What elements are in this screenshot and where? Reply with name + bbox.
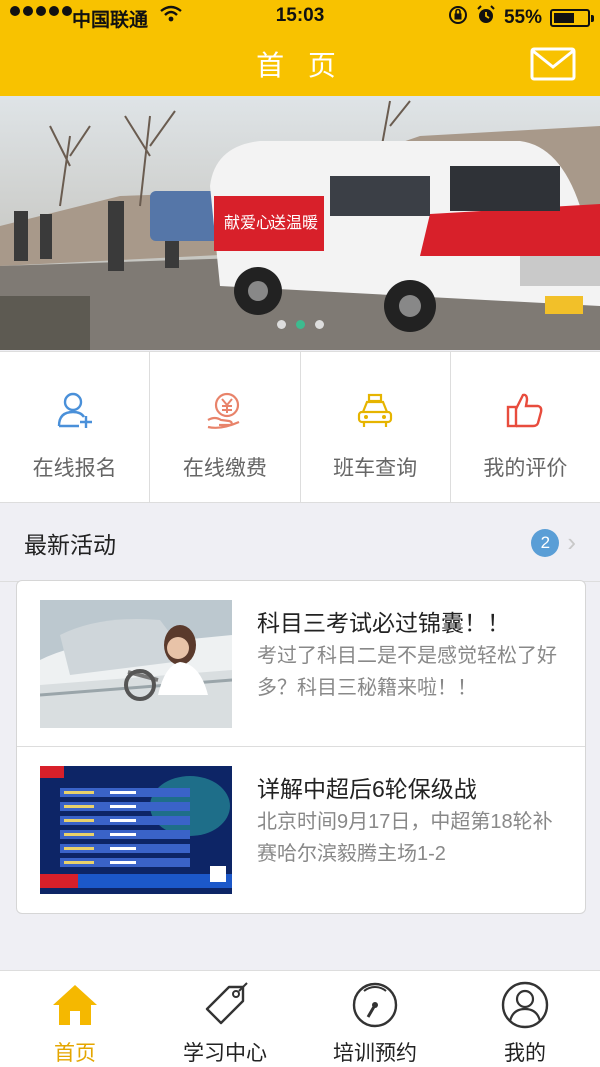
- gauge-icon: [352, 982, 398, 1028]
- quick-label: 我的评价: [483, 457, 568, 480]
- top-bar: 中国联通 15:03 55% 首 页: [0, 0, 600, 96]
- tab-label: 培训预约: [333, 1042, 417, 1065]
- thumbs-up-icon: [507, 393, 543, 428]
- alarm-icon: [476, 5, 496, 31]
- person-icon: [501, 981, 549, 1029]
- van-banner-text-2: 送温暖: [270, 214, 318, 232]
- status-bar: 中国联通 15:03 55%: [0, 0, 600, 32]
- quick-shuttle-query[interactable]: 班车查询: [301, 352, 451, 502]
- news-item[interactable]: 详解中超后6轮保级战 北京时间9月17日，中超第18轮补赛哈尔滨毅腾主场1-2: [17, 747, 585, 913]
- bottom-tab-bar: 首页 学习中心 培训预约 我的: [0, 970, 600, 1067]
- news-description: 考过了科目二是不是感觉轻松了好多？科目三秘籍来啦！！: [257, 645, 557, 699]
- count-badge: 2: [531, 528, 560, 557]
- section-more[interactable]: 2 ›: [531, 527, 576, 558]
- banner-carousel[interactable]: 献爱心 送温暖: [0, 96, 600, 350]
- quick-label: 班车查询: [333, 457, 418, 480]
- tab-training-booking[interactable]: 培训预约: [300, 971, 450, 1067]
- chevron-right-icon: ›: [567, 527, 576, 557]
- news-title: 科目三考试必过锦囊！！: [257, 610, 510, 636]
- news-thumbnail-tv: [40, 766, 232, 894]
- tab-label: 学习中心: [183, 1042, 267, 1065]
- tag-icon: [205, 982, 248, 1025]
- tab-home[interactable]: 首页: [0, 971, 150, 1067]
- carousel-dot[interactable]: [314, 320, 324, 329]
- tab-label: 我的: [504, 1042, 546, 1065]
- banner-image: 献爱心 送温暖: [0, 96, 600, 350]
- quick-online-signup[interactable]: 在线报名: [0, 352, 151, 502]
- news-item[interactable]: 科目三考试必过锦囊！！ 考过了科目二是不是感觉轻松了好多？科目三秘籍来啦！！: [17, 581, 585, 747]
- user-add-icon: [57, 392, 92, 428]
- carousel-dot[interactable]: [276, 320, 286, 329]
- battery-percent: 55%: [503, 7, 542, 28]
- battery-icon: [550, 9, 594, 27]
- quick-online-payment[interactable]: 在线缴费: [150, 352, 301, 502]
- quick-label: 在线报名: [32, 457, 117, 480]
- quick-actions: 在线报名 在线缴费 班车查询 我的评价: [0, 351, 600, 503]
- taxi-icon: [358, 393, 393, 427]
- tab-study-center[interactable]: 学习中心: [150, 971, 300, 1067]
- section-title: 最新活动: [24, 531, 116, 558]
- home-icon: [53, 985, 97, 1025]
- mail-icon[interactable]: [530, 47, 576, 81]
- quick-label: 在线缴费: [182, 457, 267, 480]
- news-description: 北京时间9月17日，中超第18轮补赛哈尔滨毅腾主场1-2: [257, 811, 553, 865]
- tab-mine[interactable]: 我的: [450, 971, 600, 1067]
- page-title: 首 页: [256, 50, 344, 81]
- news-title: 详解中超后6轮保级战: [257, 776, 477, 802]
- carousel-dots[interactable]: [0, 320, 600, 329]
- tab-label: 首页: [54, 1042, 96, 1065]
- quick-my-review[interactable]: 我的评价: [451, 352, 600, 502]
- yuan-coin-icon: [207, 392, 240, 429]
- carousel-dot-active[interactable]: [295, 320, 305, 329]
- news-list: 科目三考试必过锦囊！！ 考过了科目二是不是感觉轻松了好多？科目三秘籍来啦！！ 详…: [16, 580, 586, 914]
- van-banner-text-1: 献爱心: [224, 214, 272, 232]
- latest-activities-header[interactable]: 最新活动 2 ›: [0, 504, 600, 582]
- rotation-lock-icon: [448, 5, 468, 31]
- news-thumbnail-car: [40, 600, 232, 728]
